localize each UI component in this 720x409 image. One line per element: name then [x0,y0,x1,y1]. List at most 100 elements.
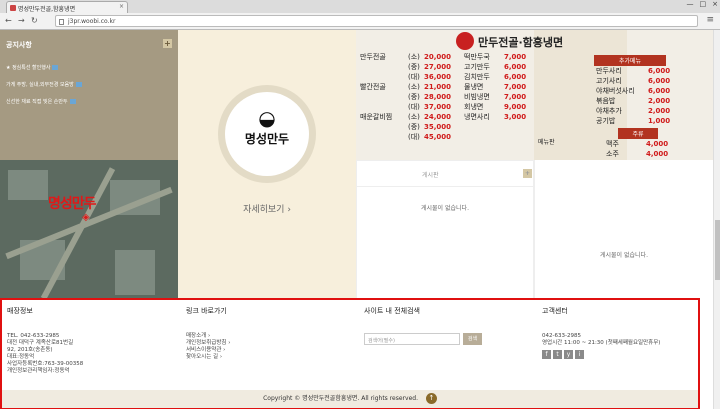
back-icon[interactable]: ← [5,16,12,25]
menu-board-image: 만두전골·함흥냉면 만두전골 (소) 20,000 (중) 27,000 (대) 36,00… [356,30,713,160]
new-badge-icon [75,82,82,87]
menu-row: 물냉면 7,000 [464,82,526,92]
close-window-icon[interactable]: × [712,0,718,8]
drink-tag: 주류 [618,128,658,139]
menu-item-size: (소) [408,83,420,91]
menu-item-price: 37,000 [424,103,452,111]
notice-item[interactable]: ★ 정심특선 할인행사 [6,64,172,71]
menu-item-size: (중) [408,93,420,101]
forward-icon[interactable]: → [18,16,25,25]
search-input[interactable]: 검색어(필수) [364,333,460,345]
tab-strip: 명성만두전골,함흥냉면 × — □ × [0,0,720,13]
menu-board-seal-icon [456,32,474,50]
menu-item-name: 야채버섯사리 [596,87,635,95]
footer-store-info: 매장정보 TEL. 042-633-2985 대전 대덕구 계족산로81번길 9… [7,306,83,375]
menu-item-price: 6,000 [504,63,527,71]
board-header: 게시판 + [357,161,533,187]
board2-empty-text: 게시물이 없습니다. [600,252,648,259]
new-badge-icon [69,99,76,104]
menu-item-name: 회냉면 [464,103,484,111]
location-map[interactable]: 명성만두 ◈ [0,160,178,307]
menu-item-name: 소주 [606,150,619,158]
close-tab-icon[interactable]: × [119,3,124,10]
facebook-icon[interactable]: f [542,350,551,359]
menu-item-name: 떡만두국 [464,53,490,61]
menu-item-price: 2,000 [648,107,671,115]
cs-hours: 영업시간 11:00 ~ 21:30 (첫째세째월요일만휴무) [542,340,661,346]
board-title: 게시판 [422,172,439,179]
cs-phone: 042-633-2985 [542,333,581,339]
menu-item-size: (소) [408,53,420,61]
menu-item-price: 28,000 [424,93,452,101]
menu-row: 냉면사리 3,000 [464,112,526,122]
social-links: f t y i [542,350,660,359]
maximize-icon[interactable]: □ [700,0,707,8]
notice-more-icon[interactable]: + [163,39,172,48]
minimize-icon[interactable]: — [687,0,694,8]
search-form: 검색어(필수) 검색 [364,333,482,345]
scrollbar-thumb[interactable] [715,220,720,280]
board-panel-2: 게시물이 없습니다. [534,160,713,307]
cs-heading: 고객센터 [542,307,568,315]
search-button[interactable]: 검색 [463,333,482,345]
map-store-label: 명성만두 [48,196,97,212]
more-link[interactable]: 자세히보기 › [178,202,356,215]
menu-item-size: (대) [408,133,420,141]
footer-links: 링크 바로가기 매장소개 › 개인정보취급방침 › 서비스이용약관 › 찾아오시… [186,306,230,361]
menu-item-name: 공기밥 [596,117,616,125]
youtube-icon[interactable]: y [564,350,573,359]
menu-row: 비빔냉면 7,000 [464,92,526,102]
menu-item-price: 6,000 [504,73,527,81]
menu-row: 고기사리 6,000 [596,76,670,86]
menu-item-size: (중) [408,123,420,131]
menu-item-price: 7,000 [504,53,527,61]
menu-item-price: 7,000 [504,83,527,91]
browser-menu-icon[interactable]: ≡ [706,15,714,25]
reload-icon[interactable]: ↻ [31,16,38,25]
url-text: j3pr.woobi.co.kr [68,18,116,25]
menu-row: 야채버섯사리 6,000 [596,86,670,96]
menu-item-price: 6,000 [648,87,671,95]
scroll-top-icon[interactable]: ↑ [425,393,437,404]
footer-link-directions[interactable]: 찾아오시는 길 › [186,354,230,361]
notice-panel: 공지사항 + ★ 정심특선 할인행사 가게 주방, 실내,외부전경 모음방 신선… [0,30,178,160]
board-more-icon[interactable]: + [523,169,532,178]
dumpling-icon: ◒ [258,106,276,130]
twitter-icon[interactable]: t [553,350,562,359]
menu-item-name: 매운갈비찜 [360,113,393,121]
store-line: 대표:정동억 [7,354,35,360]
menu-item-price: 24,000 [424,113,452,121]
browser-tab[interactable]: 명성만두전골,함흥냉면 × [6,1,128,13]
menu-item-price: 3,000 [504,113,527,121]
map-block [8,170,48,200]
menu-col-4: 맥주 4,000 소주 4,000 [606,139,668,159]
menu-item-price: 2,000 [648,97,671,105]
footer-link-privacy[interactable]: 개인정보취급방침 › [186,340,230,347]
copyright-bar: Copyright © 명성만두전골함흥냉면. All rights reser… [2,390,698,408]
instagram-icon[interactable]: i [575,350,584,359]
address-bar[interactable]: j3pr.woobi.co.kr [55,15,698,27]
store-line: TEL. 042-633-2985 [7,333,60,339]
page-scrollbar[interactable] [713,30,720,409]
footer-link-terms[interactable]: 서비스이용약관 › [186,347,230,354]
menu-item-name: 만두사리 [596,67,622,75]
window-controls: — □ × [687,0,719,8]
menu-col-1: 만두전골 (소) 20,000 (중) 27,000 (대) 36,000 빨간전골 (소) 21… [360,52,451,142]
menu-row: (중) 35,000 [360,122,451,132]
menu-item-name: 만두전골 [360,53,386,61]
store-line: 92, 201호(송촌동) [7,347,53,353]
tab-title: 명성만두전골,함흥냉면 [18,6,76,13]
menu-item-price: 6,000 [648,67,671,75]
notice-item[interactable]: 신선한 재료 직접 빚은 손만두 [6,98,172,105]
menu-item-price: 1,000 [648,117,671,125]
board-panel: 게시판 + 게시물이 없습니다. [356,160,534,307]
menu-item-name: 고기만두 [464,63,490,71]
store-line: 사업자등록번호:763-39-00358 [7,361,84,367]
menu-item-price: 6,000 [648,77,671,85]
footer-link-about[interactable]: 매장소개 › [186,333,230,340]
menu-item-name: 빨간전골 [360,83,386,91]
notice-item[interactable]: 가게 주방, 실내,외부전경 모음방 [6,81,172,88]
menu-item-price: 4,000 [646,140,669,148]
menu-row: 떡만두국 7,000 [464,52,526,62]
brand-panel: ◒ 명성만두 자세히보기 › [178,30,356,307]
